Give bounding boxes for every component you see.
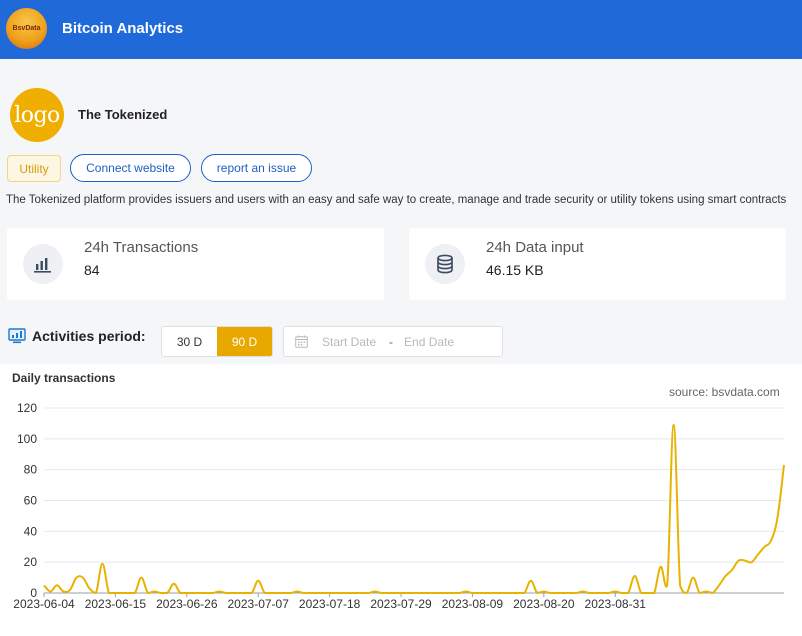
period-toggle: 30 D 90 D: [161, 326, 273, 357]
series-line-daily-transactions: [43, 424, 785, 594]
stat-card-data-input: 24h Data input 46.15 KB: [409, 228, 786, 300]
period-30d-button[interactable]: 30 D: [162, 327, 217, 356]
connect-website-button[interactable]: Connect website: [70, 154, 191, 182]
database-icon: [425, 244, 465, 284]
y-tick-label: 120: [17, 401, 37, 415]
y-tick-label: 80: [24, 463, 38, 477]
x-tick-label: 2023-06-26: [156, 597, 218, 611]
stat-value: 46.15 KB: [486, 262, 544, 278]
chart-title: Daily transactions: [12, 371, 116, 385]
period-90d-button[interactable]: 90 D: [217, 327, 272, 356]
app-name: The Tokenized: [78, 107, 168, 122]
y-tick-label: 60: [24, 494, 38, 508]
analytics-icon: [8, 328, 26, 344]
stat-label: 24h Transactions: [84, 239, 199, 256]
x-tick-label: 2023-07-18: [299, 597, 361, 611]
top-bar: BsvData Bitcoin Analytics: [0, 0, 802, 59]
y-tick-label: 20: [24, 555, 38, 569]
bar-chart-icon: [23, 244, 63, 284]
date-range-picker[interactable]: Start Date - End Date: [283, 326, 503, 357]
y-tick-label: 40: [24, 524, 38, 538]
daily-transactions-chart: 0204060801001202023-06-04 2023-06-15 2023-…: [13, 401, 785, 611]
x-tick-label: 2023-07-07: [228, 597, 290, 611]
x-tick-label: 2023-07-29: [370, 597, 432, 611]
x-tick-label: 2023-06-15: [85, 597, 147, 611]
end-date-input[interactable]: End Date: [404, 335, 454, 349]
stat-card-transactions: 24h Transactions 84: [7, 228, 384, 300]
activities-period-title: Activities period:: [32, 328, 146, 344]
brand-logo[interactable]: BsvData: [6, 8, 47, 49]
brand-title[interactable]: Bitcoin Analytics: [62, 20, 183, 37]
app-logo: logo: [10, 88, 64, 142]
stat-label: 24h Data input: [486, 239, 584, 256]
app-logo-text: logo: [14, 102, 60, 128]
date-separator: -: [389, 334, 394, 349]
x-tick-label: 2023-08-09: [442, 597, 504, 611]
app-description: The Tokenized platform provides issuers …: [6, 194, 787, 206]
report-issue-button[interactable]: report an issue: [201, 154, 312, 182]
category-tag: Utility: [7, 155, 61, 182]
calendar-icon: [295, 335, 308, 348]
x-tick-label: 2023-08-20: [513, 597, 575, 611]
brand-logo-text: BsvData: [12, 25, 41, 32]
y-tick-label: 100: [17, 432, 37, 446]
x-tick-label: 2023-06-04: [13, 597, 75, 611]
stat-value: 84: [84, 262, 100, 278]
start-date-input[interactable]: Start Date: [322, 335, 376, 349]
x-tick-label: 2023-08-31: [585, 597, 647, 611]
